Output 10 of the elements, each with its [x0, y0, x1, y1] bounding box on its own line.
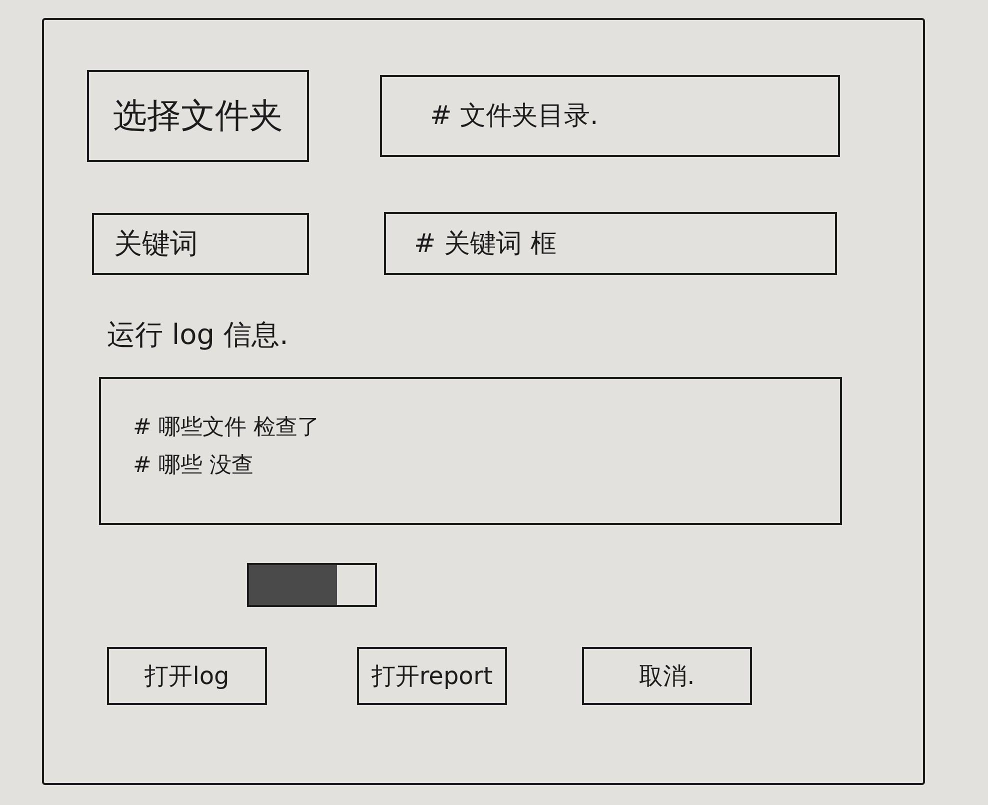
run-log-label: 运行 log 信息.	[107, 317, 288, 353]
select-folder-button[interactable]: 选择文件夹	[87, 70, 309, 162]
keyword-field[interactable]: # 关键词 框	[384, 212, 837, 275]
folder-path-field[interactable]: # 文件夹目录.	[380, 75, 840, 157]
action-button[interactable]: 打开log	[107, 647, 267, 705]
action-button[interactable]: 取消.	[582, 647, 752, 705]
action-button[interactable]: 打开report	[357, 647, 507, 705]
log-line: # 哪些文件 检查了	[133, 414, 320, 442]
log-line: # 哪些 没查	[133, 452, 254, 480]
keyword-label: 关键词	[92, 212, 309, 274]
